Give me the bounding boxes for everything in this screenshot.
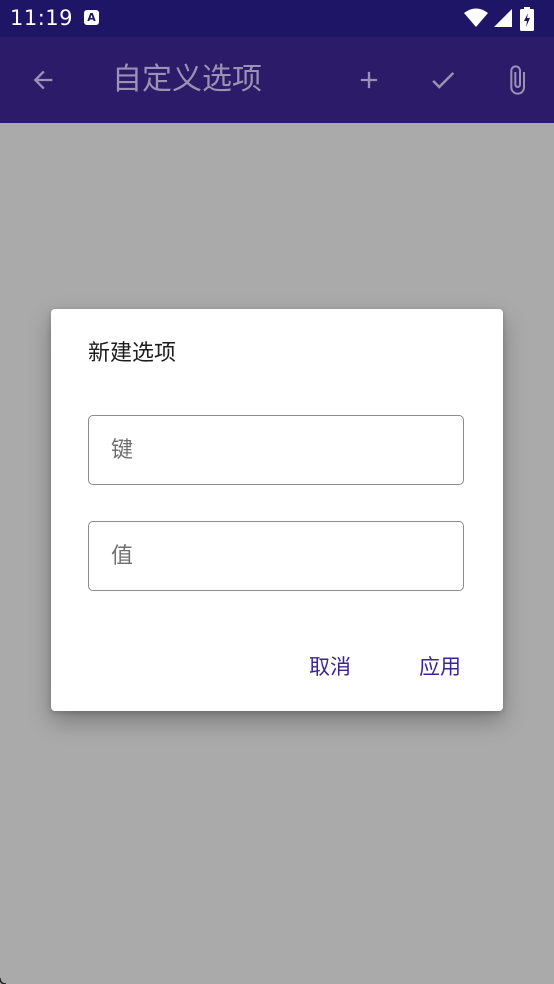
- paperclip-icon: [510, 65, 525, 95]
- value-field[interactable]: [88, 521, 464, 591]
- new-option-dialog: 新建选项 取消 应用: [51, 309, 503, 711]
- battery-charging-icon: [520, 7, 534, 31]
- add-button[interactable]: [344, 55, 394, 105]
- attach-button[interactable]: [492, 55, 542, 105]
- back-button[interactable]: [18, 55, 68, 105]
- notification-icon: A: [84, 10, 99, 25]
- apply-button[interactable]: 应用: [417, 652, 463, 682]
- key-field[interactable]: [88, 415, 464, 485]
- status-icons: [464, 7, 544, 31]
- wifi-icon: [464, 8, 488, 27]
- key-input[interactable]: [89, 416, 463, 484]
- status-bar: 11:19 A: [0, 0, 554, 37]
- cell-signal-icon: [494, 9, 512, 27]
- cancel-button[interactable]: 取消: [307, 652, 353, 682]
- plus-icon: [360, 71, 378, 89]
- status-time: 11:19: [10, 6, 74, 30]
- corner-mark: [0, 977, 7, 984]
- back-arrow-icon: [33, 70, 53, 90]
- page-title: 自定义选项: [112, 62, 262, 97]
- value-input[interactable]: [89, 522, 463, 590]
- app-bar: 自定义选项: [0, 37, 554, 123]
- dialog-title: 新建选项: [88, 341, 177, 366]
- check-icon: [432, 71, 455, 89]
- confirm-button[interactable]: [418, 55, 468, 105]
